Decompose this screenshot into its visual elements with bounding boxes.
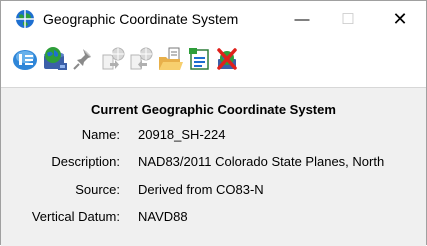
minimize-button[interactable]: — [279,1,325,37]
globe-app-icon [16,10,34,28]
title-bar[interactable]: Geographic Coordinate System — ☐ ✕ [1,1,426,37]
description-label: Description: [51,154,120,169]
database-globe-button[interactable] [40,45,68,73]
open-folder-button[interactable] [156,45,184,73]
details-panel: Current Geographic Coordinate System Nam… [1,87,426,246]
vertical-datum-row: Vertical Datum: NAVD88 [1,209,426,229]
import-icon [102,47,125,70]
description-value: NAD83/2011 Colorado State Planes, North [138,154,385,169]
document-list-icon [189,48,209,70]
info-button[interactable] [11,45,39,73]
export-icon [130,47,153,70]
name-label: Name: [81,127,120,142]
description-row: Description: NAD83/2011 Colorado State P… [1,154,426,174]
export-button[interactable] [127,45,155,73]
info-icon [13,50,37,70]
pushpin-icon [73,49,91,70]
name-row: Name: 20918_SH-224 [1,127,426,147]
vertical-datum-value: NAVD88 [138,209,188,224]
source-value: Derived from CO83-N [138,182,264,197]
database-globe-icon [44,47,67,70]
import-button[interactable] [99,45,127,73]
window-title: Geographic Coordinate System [43,11,239,27]
pushpin-button[interactable] [70,45,98,73]
source-row: Source: Derived from CO83-N [1,182,426,202]
vertical-datum-label: Vertical Datum: [31,209,120,224]
toolbar [1,45,426,75]
delete-icon [217,48,237,70]
maximize-button[interactable]: ☐ [325,1,371,37]
close-button[interactable]: ✕ [377,1,423,37]
source-label: Source: [75,182,120,197]
dialog-window: Geographic Coordinate System — ☐ ✕ Curre… [0,0,427,246]
open-folder-icon [159,47,183,70]
details-heading: Current Geographic Coordinate System [91,102,336,117]
delete-button[interactable] [213,45,241,73]
document-list-button[interactable] [185,45,213,73]
name-value: 20918_SH-224 [138,127,226,142]
